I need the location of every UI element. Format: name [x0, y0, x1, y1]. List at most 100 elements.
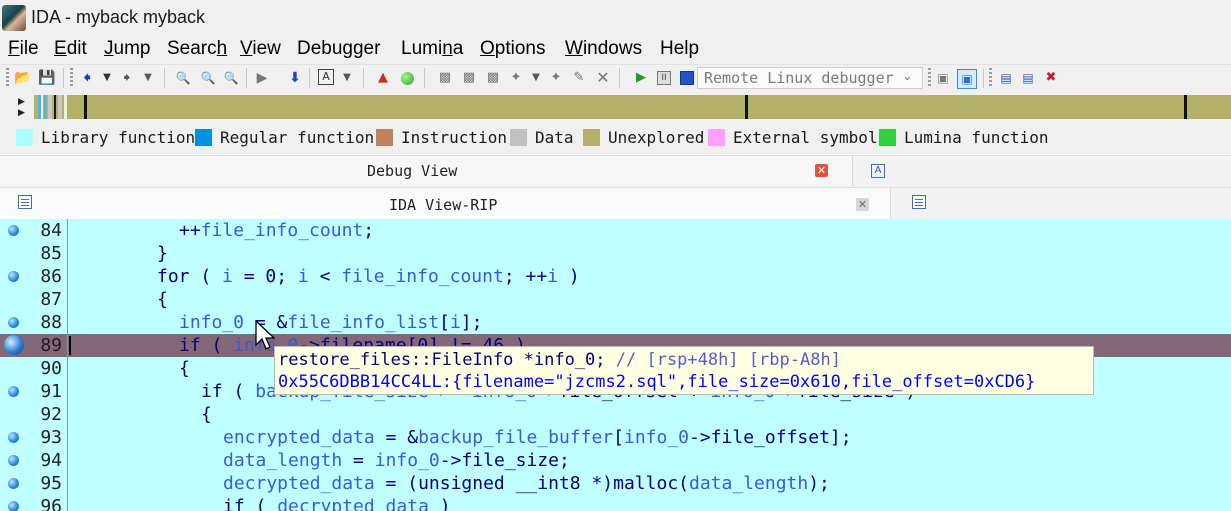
code-identifier[interactable]: info_0 — [179, 312, 244, 333]
menu-item-7[interactable]: Options — [480, 38, 545, 60]
run-green-icon[interactable] — [398, 69, 416, 87]
code-line-row[interactable]: 85} — [0, 242, 1231, 265]
code-identifier[interactable]: i — [547, 266, 558, 287]
code-identifier[interactable]: i — [298, 266, 309, 287]
menu-item-1[interactable]: Edit — [54, 38, 87, 60]
breakpoint-slot-icon[interactable] — [8, 317, 19, 328]
code-identifier[interactable]: backup_file_buffer — [418, 427, 613, 448]
code-identifier[interactable]: file_info_count — [341, 266, 504, 287]
stop-icon[interactable] — [678, 69, 696, 87]
code-identifier[interactable]: file_info_count — [201, 220, 364, 241]
open-icon[interactable]: 📂 — [14, 69, 32, 87]
add-segment-icon[interactable]: ▩ — [436, 69, 454, 87]
graph-icon[interactable]: ▲ — [374, 69, 392, 87]
add-function-icon[interactable]: ▩ — [460, 69, 478, 87]
chevron-down-icon[interactable]: ▼ — [338, 69, 356, 87]
menu-item-4[interactable]: View — [240, 38, 281, 60]
add-struct-icon[interactable]: ▩ — [484, 69, 502, 87]
nav-arrow-down-icon[interactable]: ▶ — [18, 108, 25, 118]
code-identifier[interactable]: file_info_list — [287, 312, 439, 333]
code-identifier[interactable]: encrypted_data — [223, 427, 375, 448]
code-text: data_length = info_0->file_size; — [223, 449, 570, 472]
code-identifier[interactable]: info_0 — [624, 427, 689, 448]
menu-item-5[interactable]: Debugger — [297, 38, 380, 60]
toolbar-grip[interactable] — [989, 68, 992, 88]
save-icon[interactable]: 💾 — [38, 69, 56, 87]
code-line-row[interactable]: 94 data_length = info_0->file_size; — [0, 449, 1231, 472]
close-icon[interactable]: ✕ — [856, 198, 869, 211]
code-line-row[interactable]: 87 { — [0, 288, 1231, 311]
menu-item-2[interactable]: Jump — [104, 38, 150, 60]
menu-item-text: Debugger — [297, 38, 381, 59]
current-breakpoint-icon[interactable] — [4, 335, 24, 355]
code-line-row[interactable]: 86 for ( i = 0; i < file_info_count; ++i … — [0, 265, 1231, 288]
forward-icon[interactable]: 🠺 — [118, 69, 136, 87]
code-identifier[interactable]: info_0 — [375, 450, 440, 471]
chevron-down-icon[interactable]: ▼ — [527, 69, 545, 87]
text-view-tab-icon[interactable]: A — [871, 164, 885, 178]
breakpoint-slot-icon[interactable] — [8, 271, 19, 282]
clear-breakpoint-icon[interactable]: ✖ — [1042, 69, 1060, 87]
chevron-down-icon[interactable]: ▼ — [98, 69, 116, 87]
code-identifier[interactable]: decrypted_data — [223, 473, 375, 494]
toolbar-separator — [63, 68, 64, 88]
code-line-row[interactable]: 84 ++file_info_count; — [0, 219, 1231, 242]
navigation-band[interactable] — [34, 95, 1231, 119]
toolbar-separator — [309, 68, 310, 88]
pseudocode-tab-icon[interactable] — [912, 195, 926, 209]
menu-item-3[interactable]: Search — [167, 38, 227, 60]
edit-icon[interactable]: ✦ — [547, 69, 565, 87]
code-identifier[interactable]: data_length — [223, 450, 342, 471]
tracing-icon[interactable]: ▤ — [997, 69, 1015, 87]
breakpoint-slot-icon[interactable] — [8, 478, 19, 489]
breakpoint-slot-icon[interactable] — [8, 386, 19, 397]
code-line-row[interactable]: 95 decrypted_data = (unsigned __int8 *)ma… — [0, 472, 1231, 495]
code-line-row[interactable]: 92 { — [0, 403, 1231, 426]
add-enum-icon[interactable]: ✦ — [507, 69, 525, 87]
chevron-down-icon[interactable]: ▼ — [139, 69, 157, 87]
legend-label: Unexplored — [608, 128, 705, 147]
code-line-row[interactable]: 96 if ( decrypted_data ) — [0, 495, 1231, 511]
breakpoint-slot-icon[interactable] — [8, 225, 19, 236]
code-token: if ( — [201, 381, 256, 402]
pause-icon[interactable]: II — [655, 69, 673, 87]
menu-item-0[interactable]: File — [8, 38, 39, 60]
code-line-row[interactable]: 88 info_0 = &file_info_list[i]; — [0, 311, 1231, 334]
nav-marker — [84, 95, 87, 119]
mark-position-icon[interactable]: ▶ — [253, 69, 271, 87]
close-icon[interactable]: ✕ — [815, 164, 828, 177]
code-token: { — [179, 358, 190, 379]
nav-marker — [54, 95, 56, 119]
detach-process-icon[interactable]: ▣ — [957, 69, 977, 89]
menu-item-9[interactable]: Help — [660, 38, 699, 60]
breakpoint-slot-icon[interactable] — [8, 455, 19, 466]
toolbar-grip[interactable] — [70, 68, 73, 88]
search-text-icon[interactable]: 🔍 — [174, 69, 192, 87]
line-number: 92 — [40, 404, 62, 425]
menu-item-text: Searc — [167, 38, 217, 59]
step-trace-icon[interactable]: ▤ — [1019, 69, 1037, 87]
code-line-row[interactable]: 93 encrypted_data = &backup_file_buffer[i… — [0, 426, 1231, 449]
edit-function-icon[interactable]: ✎ — [570, 69, 588, 87]
nav-library-segment — [44, 95, 46, 119]
chevron-down-icon[interactable]: ⌄ — [902, 69, 913, 84]
back-icon[interactable]: 🠸 — [78, 69, 96, 87]
start-debug-icon[interactable]: ▶ — [632, 69, 650, 87]
code-identifier[interactable]: decrypted_data — [277, 496, 429, 511]
text-mode-icon[interactable]: A — [318, 69, 334, 85]
menu-item-8[interactable]: Windows — [565, 38, 642, 60]
menu-item-6[interactable]: Lumina — [401, 38, 463, 60]
toolbar-grip[interactable] — [6, 68, 9, 88]
search-immediate-icon[interactable]: 🔍 — [222, 69, 240, 87]
delete-icon[interactable]: ✕ — [594, 69, 612, 87]
attach-process-icon[interactable]: ▣ — [934, 69, 952, 87]
code-identifier[interactable]: i — [222, 266, 233, 287]
breakpoint-slot-icon[interactable] — [8, 501, 19, 511]
search-binary-icon[interactable]: 🔍 — [199, 69, 217, 87]
nav-arrow-up-icon[interactable]: ▶ — [18, 97, 25, 107]
code-identifier[interactable]: i — [450, 312, 461, 333]
toolbar-grip[interactable] — [928, 68, 931, 88]
breakpoint-slot-icon[interactable] — [8, 432, 19, 443]
code-identifier[interactable]: data_length — [689, 473, 808, 494]
jump-down-icon[interactable]: ⬇ — [286, 69, 304, 87]
